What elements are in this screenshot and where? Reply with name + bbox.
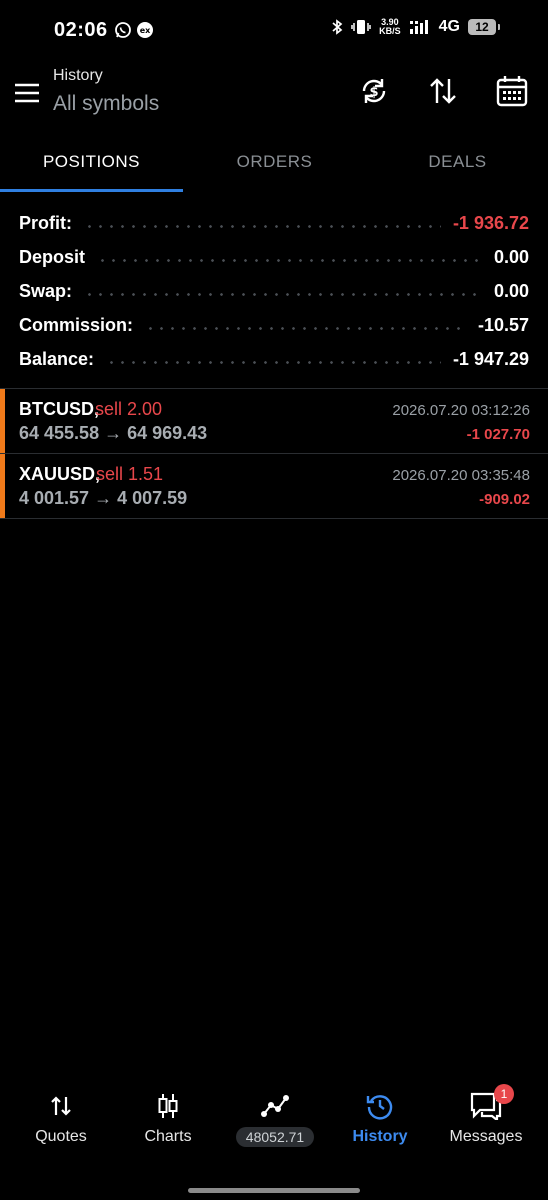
trade-line-icon [261,1095,289,1117]
position-profit: -909.02 [479,491,530,508]
summary-row-swap: Swap: 0.00 [0,274,548,308]
position-side: sell 2.00 [95,399,163,419]
summary-label: Profit: [19,212,72,233]
summary-row-balance: Balance: -1 947.29 [0,342,548,376]
whatsapp-icon [115,22,131,38]
tab-positions[interactable]: POSITIONS [0,140,183,184]
bottom-navigation: Quotes Charts 48052.71 History 1 Message… [0,1080,548,1160]
tab-orders[interactable]: ORDERS [183,140,366,184]
nav-icon-wrapper [261,1092,289,1120]
position-profit: -1 027.70 [466,426,530,443]
position-time: 2026.07.20 03:35:48 [392,467,530,484]
summary-label: Deposit [19,246,86,267]
nav-icon-wrapper [49,1092,73,1120]
page-title: History [53,67,103,84]
nav-messages[interactable]: 1 Messages [431,1080,541,1160]
sort-icon[interactable] [427,75,459,107]
dot-leader [145,326,466,330]
nav-label: Quotes [35,1128,87,1145]
exness-icon: ex [137,22,153,38]
status-time: 02:06 [54,19,108,41]
signal-icon [409,20,428,34]
summary-value: -1 947.29 [452,348,529,369]
history-tabs: POSITIONS ORDERS DEALS [0,140,548,194]
battery-icon: 12 [468,19,500,35]
calendar-icon[interactable] [496,75,528,107]
network-type: 4G [438,18,460,35]
currency-convert-icon[interactable]: $ [358,75,390,107]
dot-leader [97,258,482,262]
tab-deals[interactable]: DEALS [366,140,548,184]
status-notification-icons: ex [114,21,154,39]
position-time: 2026.07.20 03:12:26 [392,402,530,419]
position-symbol: XAUUSD, [19,464,101,484]
positions-list: BTCUSD, sell 2.00 64 455.58 → 64 969.43 … [0,388,548,519]
bluetooth-icon [332,19,343,35]
nav-quotes[interactable]: Quotes [6,1080,116,1160]
summary-row-commission: Commission: -10.57 [0,308,548,342]
account-summary: Profit: -1 936.72 Deposit 0.00 Swap: 0.0… [0,206,548,376]
svg-text:ex: ex [140,26,151,35]
nav-label: History [352,1128,408,1145]
position-side-marker [0,389,5,453]
nav-history[interactable]: History [325,1080,435,1160]
summary-label: Commission: [19,314,134,335]
candlestick-icon [158,1094,178,1118]
nav-label: Charts [144,1128,192,1145]
list-item[interactable]: XAUUSD, sell 1.51 4 001.57 → 4 007.59 20… [0,453,548,519]
nav-label: Messages [449,1128,523,1145]
symbol-filter[interactable]: All symbols [53,92,159,116]
summary-value: -10.57 [477,314,529,335]
position-side: sell 1.51 [96,464,164,484]
messages-count-badge: 1 [494,1084,514,1104]
nav-icon-wrapper [156,1092,180,1120]
summary-value: -1 936.72 [452,212,529,233]
position-side-marker [0,454,5,518]
position-symbol: BTCUSD, [19,399,99,419]
position-prices: 4 001.57 → 4 007.59 [19,488,188,508]
summary-row-profit: Profit: -1 936.72 [0,206,548,240]
summary-value: 0.00 [493,246,529,267]
summary-value: 0.00 [493,280,529,301]
nav-trade[interactable]: 48052.71 [220,1080,330,1160]
summary-label: Swap: [19,280,73,301]
position-prices: 64 455.58 → 64 969.43 [19,423,208,443]
summary-row-deposit: Deposit 0.00 [0,240,548,274]
status-bar: 02:06 ex 3.90 KB/S 4G 12 [0,0,548,62]
dot-leader [84,224,441,228]
network-speed: 3.90 KB/S [379,18,401,36]
trade-value-badge: 48052.71 [235,1127,315,1147]
battery-level: 12 [475,20,489,34]
menu-icon[interactable] [14,82,40,104]
summary-label: Balance: [19,348,95,369]
nav-charts[interactable]: Charts [113,1080,223,1160]
list-item[interactable]: BTCUSD, sell 2.00 64 455.58 → 64 969.43 … [0,388,548,453]
nav-icon-wrapper: 1 [470,1084,514,1120]
svg-text:$: $ [369,85,378,100]
active-tab-indicator [0,189,183,192]
home-indicator[interactable] [188,1188,360,1193]
dot-leader [106,360,441,364]
history-icon [366,1095,393,1120]
network-speed-unit: KB/S [379,26,401,36]
vibrate-icon [351,20,371,34]
dot-leader [84,292,482,296]
app-header: History All symbols $ [0,62,548,126]
status-system-icons: 3.90 KB/S 4G 12 [331,18,500,36]
nav-icon-wrapper [366,1092,394,1120]
quotes-icon [51,1096,71,1116]
